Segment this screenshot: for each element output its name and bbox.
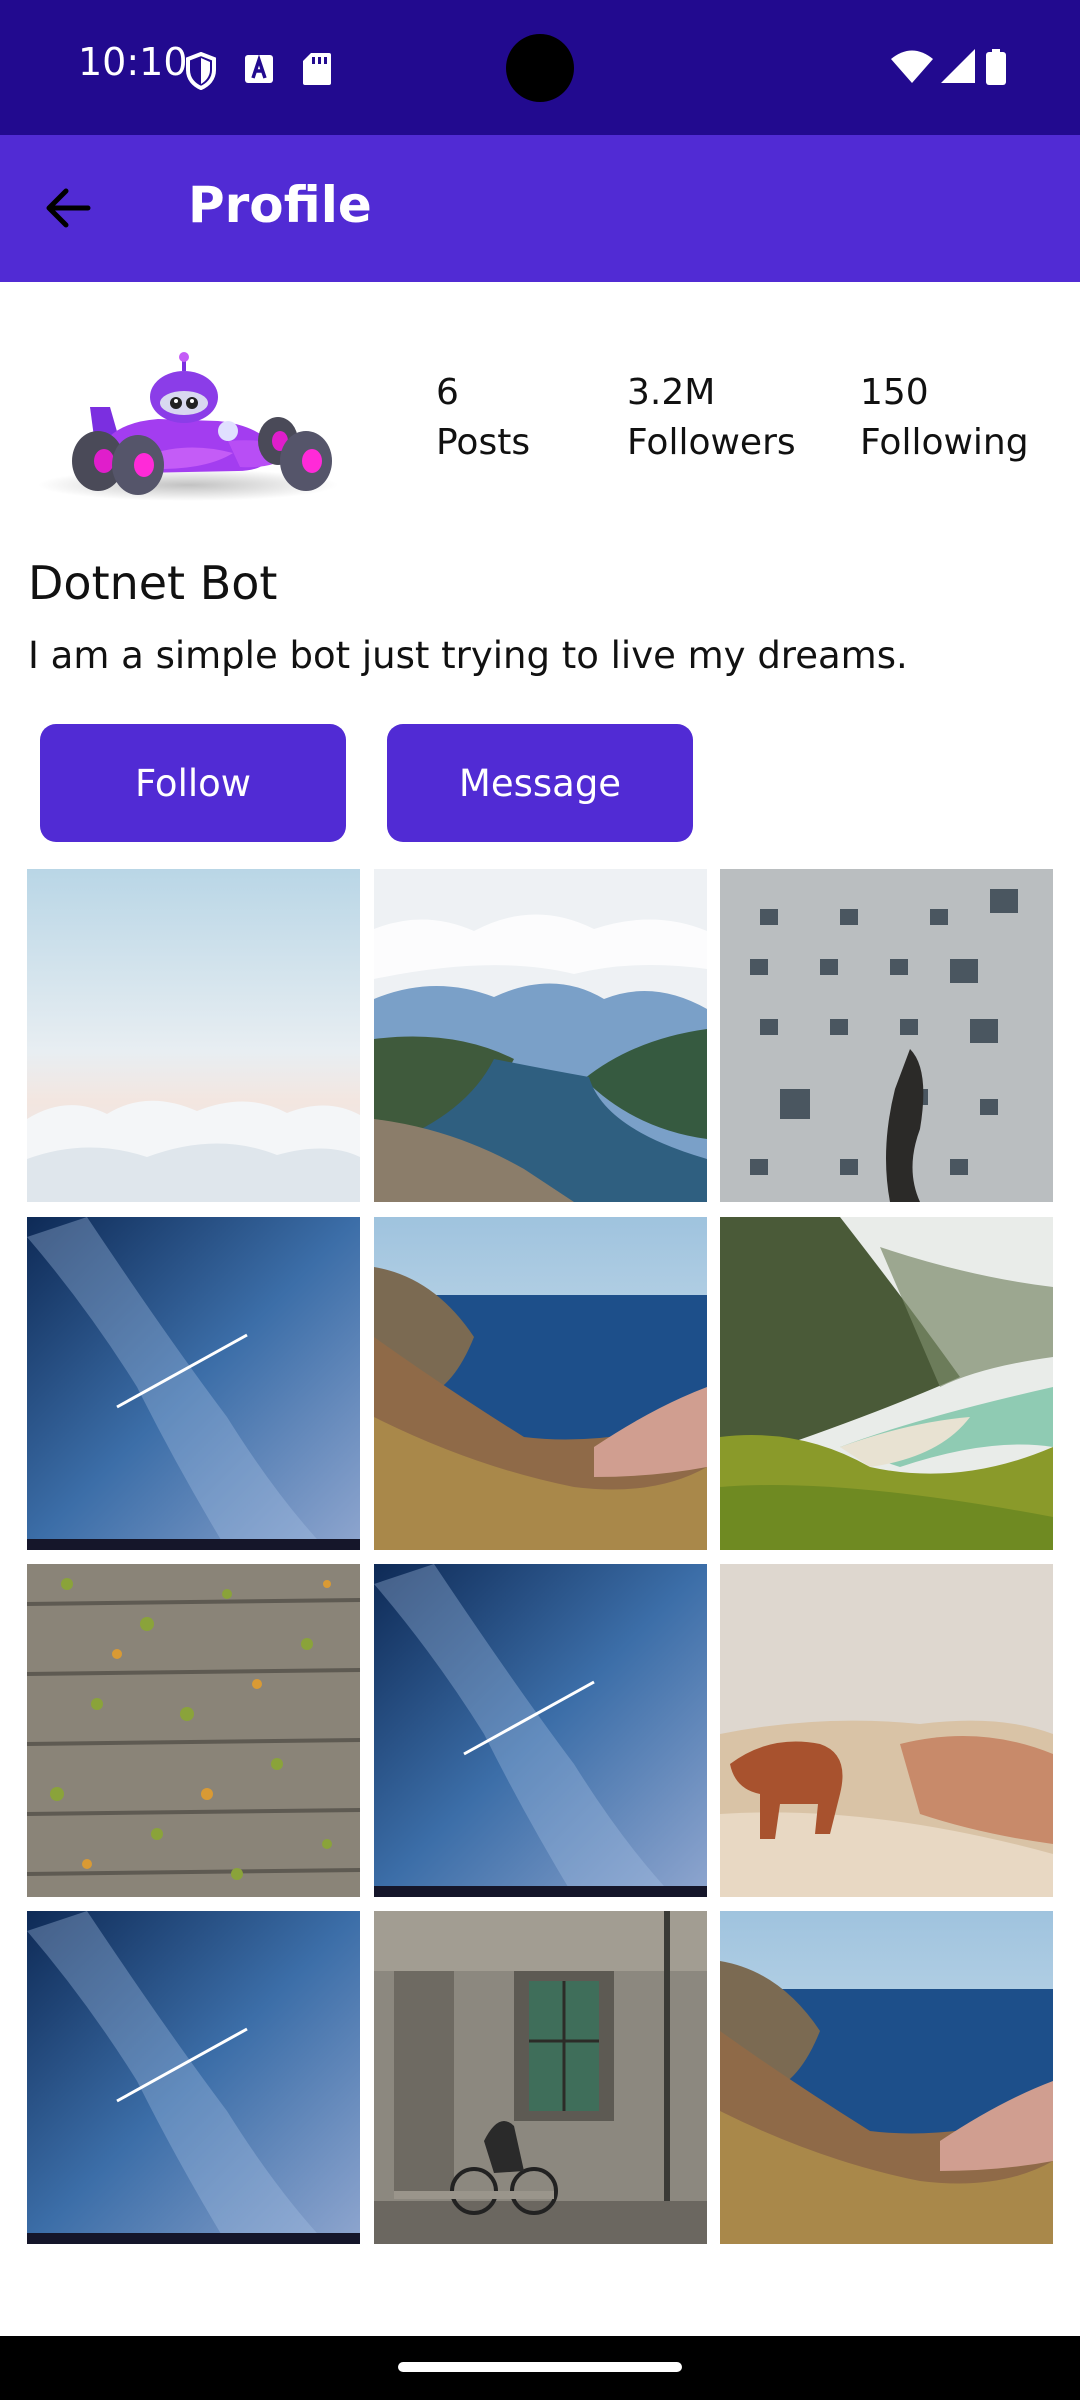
avatar <box>28 345 348 505</box>
back-button[interactable] <box>40 172 100 244</box>
stat-followers-value: 3.2M <box>627 372 716 413</box>
arrow-left-icon <box>46 188 91 228</box>
stat-followers-label: Followers <box>627 422 796 463</box>
profile-name: Dotnet Bot <box>28 556 278 610</box>
photo-milky-way-2[interactable] <box>374 1564 707 1897</box>
stat-following-value: 150 <box>860 372 929 413</box>
follow-button[interactable]: Follow <box>40 724 346 842</box>
sd-card-icon <box>303 53 331 85</box>
message-button[interactable]: Message <box>387 724 693 842</box>
photo-milky-way-3[interactable] <box>27 1911 360 2244</box>
app-bar <box>0 135 1080 282</box>
photo-highland-cow[interactable] <box>720 1564 1053 1897</box>
stat-followers[interactable]: 3.2M Followers <box>627 368 796 468</box>
stat-posts-label: Posts <box>436 422 531 463</box>
stat-posts[interactable]: 6 Posts <box>436 368 530 468</box>
font-download-icon <box>245 54 273 83</box>
camera-cutout <box>506 34 574 102</box>
status-bar: 10:10 <box>0 0 1080 135</box>
photo-cyclist-street[interactable] <box>374 1911 707 2244</box>
battery-icon <box>986 49 1006 85</box>
photo-fjord[interactable] <box>374 869 707 1202</box>
wifi-icon <box>891 50 933 83</box>
stat-following-label: Following <box>860 422 1029 463</box>
photo-sea-cliff[interactable] <box>374 1217 707 1550</box>
shield-icon <box>186 52 216 90</box>
stat-posts-value: 6 <box>436 372 459 413</box>
photo-old-building[interactable] <box>720 869 1053 1202</box>
photo-milky-way[interactable] <box>27 1217 360 1550</box>
photo-clouds[interactable] <box>27 869 360 1202</box>
cellular-signal-icon <box>941 49 975 83</box>
profile-bio: I am a simple bot just trying to live my… <box>28 634 908 677</box>
page-title: Profile <box>188 176 372 234</box>
status-time: 10:10 <box>78 40 188 84</box>
photo-beach-valley[interactable] <box>720 1217 1053 1550</box>
photo-wood-leaves[interactable] <box>27 1564 360 1897</box>
home-gesture-handle[interactable] <box>398 2362 682 2372</box>
stat-following[interactable]: 150 Following <box>860 368 1029 468</box>
photo-sea-cliff-2[interactable] <box>720 1911 1053 2244</box>
